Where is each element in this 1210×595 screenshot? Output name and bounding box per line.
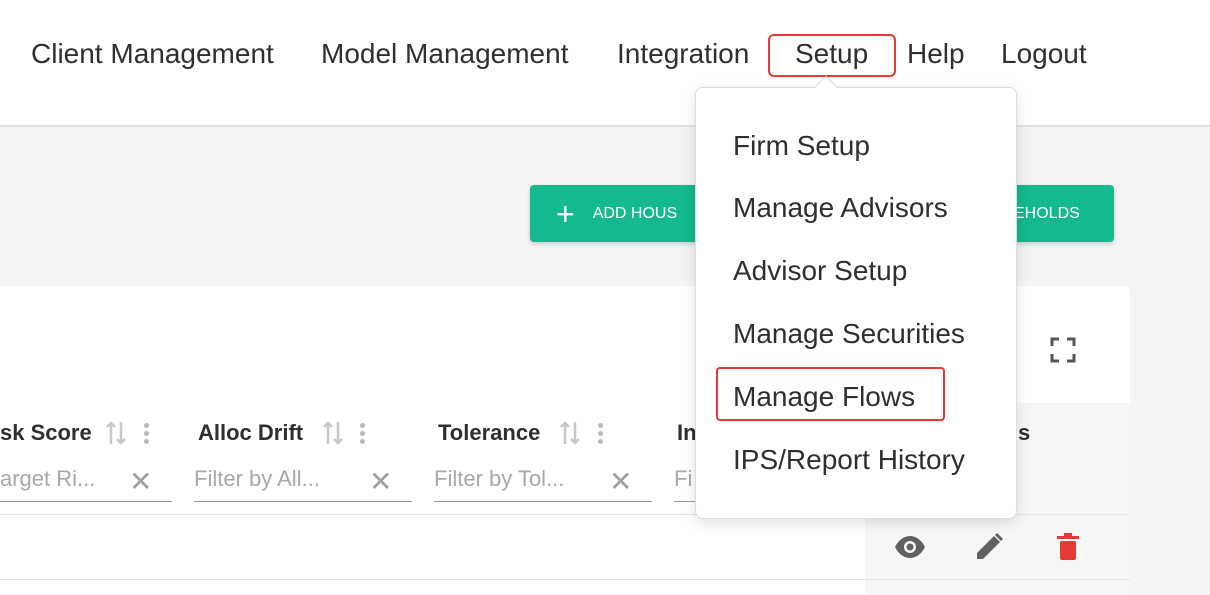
nav-integration[interactable]: Integration [617, 38, 749, 70]
clear-icon[interactable]: ✕ [369, 468, 392, 496]
menu-item-manage-securities[interactable]: Manage Securities [733, 318, 965, 350]
view-icon[interactable] [894, 532, 926, 562]
col-header-alloc-drift[interactable]: Alloc Drift [198, 420, 303, 446]
add-household-label: ADD HOUS [592, 204, 678, 222]
more-vert-icon[interactable] [598, 423, 604, 445]
menu-item-advisor-setup[interactable]: Advisor Setup [733, 255, 907, 287]
col-header-actions-partial: s [1018, 420, 1031, 445]
col-header-risk-score[interactable]: sk Score [0, 420, 92, 446]
clear-icon[interactable]: ✕ [609, 468, 632, 496]
clear-icon[interactable]: ✕ [129, 468, 152, 496]
setup-highlight-box [768, 34, 896, 77]
edit-icon[interactable] [974, 532, 1006, 562]
menu-item-firm-setup[interactable]: Firm Setup [733, 130, 870, 162]
nav-model-management[interactable]: Model Management [321, 38, 568, 70]
row-divider [0, 579, 865, 580]
col-header-tolerance[interactable]: Tolerance [438, 420, 540, 446]
sort-icon[interactable] [105, 420, 127, 446]
nav-client-management[interactable]: Client Management [31, 38, 274, 70]
alloc-drift-filter-placeholder: Filter by All... [194, 466, 320, 491]
tolerance-filter-placeholder: Filter by Tol... [434, 466, 565, 491]
col-header-partial[interactable]: In [677, 420, 697, 446]
top-navbar: Client Management Model Management Integ… [0, 0, 1210, 127]
expand-icon[interactable] [1050, 337, 1076, 363]
delete-icon[interactable] [1052, 532, 1084, 562]
nav-logout[interactable]: Logout [1001, 38, 1087, 70]
sort-icon[interactable] [559, 420, 581, 446]
tolerance-filter[interactable]: Filter by Tol... ✕ [434, 460, 652, 502]
risk-score-filter[interactable]: arget Ri... ✕ [0, 460, 172, 502]
risk-score-filter-placeholder: arget Ri... [0, 466, 96, 491]
nav-help[interactable]: Help [907, 38, 965, 70]
alloc-drift-filter[interactable]: Filter by All... ✕ [194, 460, 412, 502]
households-button-label: EHOLDS [1014, 204, 1080, 222]
more-vert-icon[interactable] [360, 423, 366, 445]
menu-item-manage-advisors[interactable]: Manage Advisors [733, 192, 948, 224]
sort-icon[interactable] [322, 420, 344, 446]
more-vert-icon[interactable] [144, 423, 150, 445]
plus-icon: + [556, 195, 575, 232]
menu-item-ips-report-history[interactable]: IPS/Report History [733, 444, 965, 476]
manage-flows-highlight-box [716, 367, 945, 421]
add-household-button[interactable]: + ADD HOUS [530, 185, 700, 242]
row-divider [865, 579, 1130, 580]
